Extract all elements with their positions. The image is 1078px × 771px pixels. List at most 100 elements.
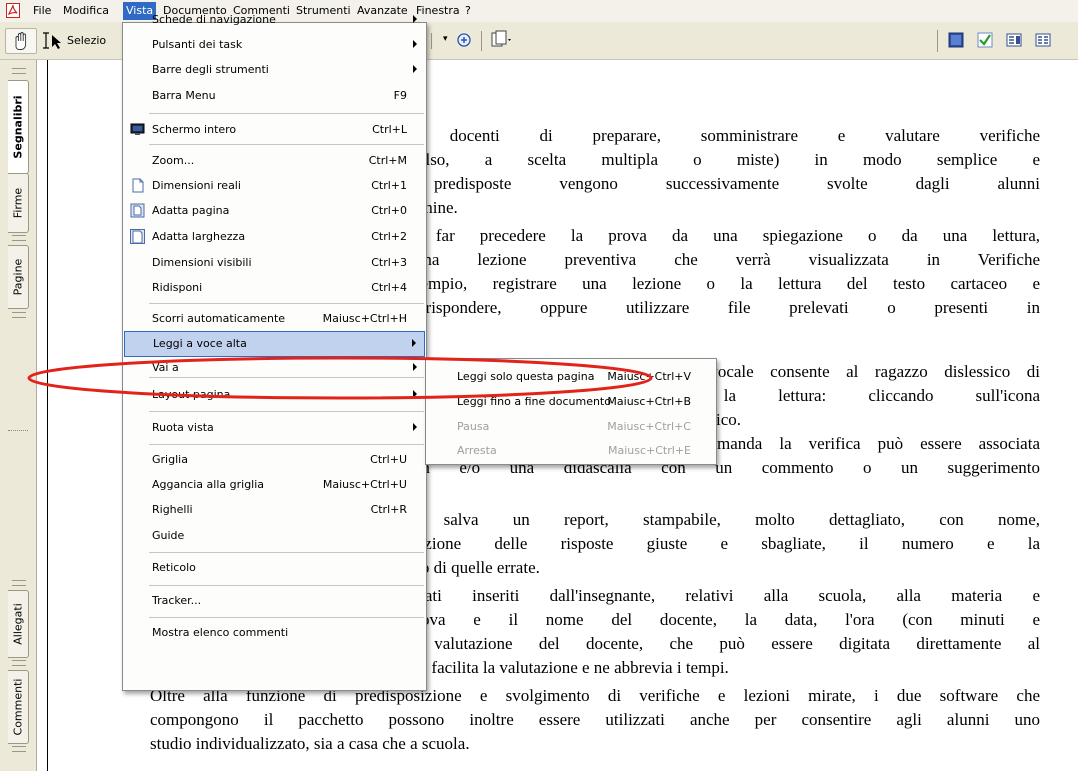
page-edge [47,60,48,771]
zoom-controls: ▾ [426,28,544,54]
menu-item-label: Leggi a voce alta [153,337,247,350]
submenu-item-label: Pausa [457,420,490,433]
menu-item-barre-degli-strumenti[interactable]: Barre degli strumenti [124,58,425,82]
menu-item-guide[interactable]: Guide [124,524,425,548]
tab-allegati[interactable]: Allegati [8,590,29,658]
fit-page-icon [130,203,145,218]
fit-width-icon [130,229,145,244]
tab-firme-label: Firme [11,187,25,219]
menu-separator [149,113,424,114]
menu-item-shortcut: Ctrl+0 [371,204,407,217]
submenu-item-arresta: Arresta Maiusc+Ctrl+E [427,439,715,463]
sidebar-grip[interactable] [12,746,26,752]
menu-separator [149,585,424,586]
menu-item-shortcut: Ctrl+R [370,503,407,516]
menu-item-adatta-larghezza[interactable]: Adatta larghezza Ctrl+2 [124,225,425,249]
menu-item-scorri-automaticamente[interactable]: Scorri automaticamente Maiusc+Ctrl+H [124,307,425,331]
sidebar-grip[interactable] [12,68,26,74]
menu-item-label: Adatta larghezza [152,230,246,243]
select-tool-button[interactable]: Selezio [40,32,120,50]
menu-item-dimensioni-reali[interactable]: Dimensioni reali Ctrl+1 [124,174,425,198]
highlight-icon[interactable] [948,32,964,48]
menu-item-dimensioni-visibili[interactable]: Dimensioni visibili Ctrl+3 [124,251,425,275]
menu-help[interactable]: ? [462,4,474,17]
submenu-arrow-icon [413,65,417,73]
hand-tool-button[interactable] [5,28,37,54]
menu-item-label: Ridisponi [152,281,203,294]
menu-item-adatta-pagina[interactable]: Adatta pagina Ctrl+0 [124,199,425,223]
menu-item-shortcut: Maiusc+Ctrl+U [322,478,407,491]
sidebar-grip[interactable] [12,660,26,666]
check-icon[interactable] [977,32,993,48]
submenu-arrow-icon [413,423,417,431]
tab-commenti-label: Commenti [11,678,25,736]
menu-item-reticolo[interactable]: Reticolo [124,556,425,580]
menu-item-righelli[interactable]: Righelli Ctrl+R [124,498,425,522]
menu-item-label: Aggancia alla griglia [152,478,265,491]
submenu-arrow-icon [412,339,416,347]
menu-item-barra-menu[interactable]: Barra Menu F9 [124,84,425,108]
page-layout-icon[interactable] [490,30,514,50]
submenu-item-pausa: Pausa Maiusc+Ctrl+C [427,415,715,439]
menu-item-pulsanti-dei-task[interactable]: Pulsanti dei task [124,33,425,57]
sidebar-splitter[interactable] [8,430,28,445]
tab-pagine-label: Pagine [11,258,25,296]
menu-item-shortcut: Ctrl+L [372,123,407,136]
menu-separator [149,552,424,553]
sidebar-grip[interactable] [12,580,26,586]
zoom-in-icon[interactable] [456,32,472,48]
menu-item-label: Righelli [152,503,193,516]
menu-separator [149,411,424,412]
page-icon [130,178,145,193]
menu-item-label: Reticolo [152,561,196,574]
menu-item-shortcut: Ctrl+3 [371,256,407,269]
tab-segnalibri[interactable]: Segnalibri [8,80,29,174]
document-text-line: compongono il pacchetto possono inoltre … [150,710,1040,729]
menu-separator [149,617,424,618]
menu-item-griglia[interactable]: Griglia Ctrl+U [124,448,425,472]
menu-separator [149,444,424,445]
form-fields-icon[interactable] [1006,32,1022,48]
menu-item-label: Scorri automaticamente [152,312,286,325]
menu-item-shortcut: Ctrl+1 [371,179,407,192]
sidebar-grip[interactable] [12,312,26,318]
menu-item-leggi-a-voce-alta[interactable]: Leggi a voce alta [124,331,425,357]
text-select-icon [43,32,61,49]
acrobat-app-icon[interactable] [6,3,20,18]
menu-item-schede-di-navigazione[interactable]: Schede di navigazione [124,8,425,32]
menu-item-label: Barre degli strumenti [152,63,269,76]
toolbar-divider [481,31,482,51]
menu-modifica[interactable]: Modifica [60,4,112,17]
zoom-dropdown-arrow-icon[interactable]: ▾ [443,34,448,44]
menu-item-label: Dimensioni visibili [152,256,252,269]
tab-commenti[interactable]: Commenti [8,670,29,744]
submenu-item-shortcut: Maiusc+Ctrl+C [607,420,691,433]
menu-item-label: Tracker... [152,594,202,607]
menu-item-ruota-vista[interactable]: Ruota vista [124,416,425,440]
menu-item-label: Guide [152,529,185,542]
submenu-item-label: Arresta [457,444,497,457]
menu-item-aggancia-alla-griglia[interactable]: Aggancia alla griglia Maiusc+Ctrl+U [124,473,425,497]
menu-separator [149,144,424,145]
menu-separator [149,303,424,304]
menu-item-zoom[interactable]: Zoom... Ctrl+M [124,149,425,173]
menu-file[interactable]: File [30,4,54,17]
columns-icon[interactable] [1035,32,1051,48]
submenu-item-shortcut: Maiusc+Ctrl+E [608,444,691,457]
menu-item-ridisponi[interactable]: Ridisponi Ctrl+4 [124,276,425,300]
tab-segnalibri-label: Segnalibri [11,95,25,159]
sidebar-grip[interactable] [12,235,26,241]
menu-item-mostra-elenco-commenti[interactable]: Mostra elenco commenti [124,621,425,645]
navigation-sidebar: Segnalibri Firme Pagine Allegati Comment… [0,60,37,771]
menu-item-shortcut: Ctrl+4 [371,281,407,294]
menu-item-label: Adatta pagina [152,204,230,217]
tab-allegati-label: Allegati [11,603,25,645]
menu-item-schermo-intero[interactable]: Schermo intero Ctrl+L [124,118,425,142]
menu-item-shortcut: Ctrl+M [368,154,407,167]
tab-firme[interactable]: Firme [8,173,29,233]
menu-item-tracker[interactable]: Tracker... [124,589,425,613]
menu-item-label: Ruota vista [152,421,214,434]
document-text-line: studio individualizzato, sia a casa che … [150,734,470,753]
menu-item-label: Mostra elenco commenti [152,626,289,639]
tab-pagine[interactable]: Pagine [8,245,29,309]
